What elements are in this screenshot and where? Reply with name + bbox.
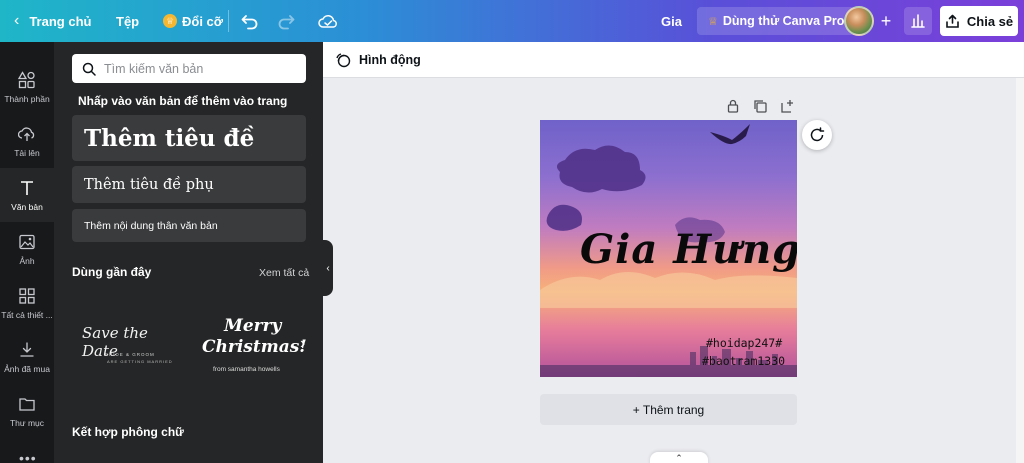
canvas-title-text[interactable]: Gia Hưng xyxy=(580,226,797,273)
bird-silhouette xyxy=(710,124,750,145)
crown-icon: ♕ xyxy=(708,15,718,28)
rail-label: Tải lên xyxy=(14,147,40,158)
photo-icon xyxy=(19,234,35,249)
home-button[interactable]: ‹ Trang chủ xyxy=(14,0,91,42)
bar-chart-icon xyxy=(911,14,925,28)
folder-icon xyxy=(19,397,35,411)
panel-hint: Nhấp vào văn bản để thêm vào trang xyxy=(78,94,288,108)
recent-title: Dùng gần đây xyxy=(72,265,152,279)
font-combos-title: Kết hợp phông chữ xyxy=(72,425,184,439)
rail-item-text[interactable]: Văn bản xyxy=(0,168,54,222)
add-page-icon[interactable] xyxy=(779,98,795,114)
template-subtitle: ARE GETTING MARRIED xyxy=(107,359,173,364)
animate-button[interactable]: Hình động xyxy=(335,52,421,68)
search-input[interactable] xyxy=(104,61,294,76)
share-label: Chia sẻ xyxy=(966,13,1014,29)
design-canvas[interactable]: Gia Hưng #hoidap247# #baotram1330 xyxy=(540,120,797,377)
insights-button[interactable] xyxy=(904,7,932,35)
rail-label: Thư mục xyxy=(9,417,45,428)
text-icon xyxy=(21,180,33,195)
rail-item-purchased[interactable]: Ảnh đã mua xyxy=(0,330,54,384)
add-subheading-button[interactable]: Thêm tiêu đề phụ xyxy=(72,166,306,203)
template-title: Christmas! xyxy=(202,337,307,357)
try-pro-label: Dùng thử Canva Pro xyxy=(722,14,845,28)
download-icon xyxy=(20,341,34,357)
add-collaborator-icon[interactable]: + xyxy=(876,11,896,31)
avatar[interactable] xyxy=(844,6,874,36)
rail-item-elements[interactable]: Thành phần xyxy=(0,60,54,114)
text-template-save-the-date[interactable]: Save the Date BRIDE & GROOM ARE GETTING … xyxy=(72,294,188,404)
show-pages-button[interactable]: ⌃ xyxy=(650,452,708,463)
design-title[interactable]: Gia xyxy=(661,0,682,42)
canvas-hashtag-text[interactable]: #baotram1330 xyxy=(702,354,785,368)
file-menu-button[interactable]: Tệp xyxy=(116,0,139,42)
rail-item-uploads[interactable]: Tải lên xyxy=(0,114,54,168)
add-page-button[interactable]: + Thêm trang xyxy=(540,394,797,425)
chevron-left-icon: ‹ xyxy=(14,12,20,29)
search-icon xyxy=(82,62,96,76)
context-toolbar: Hình động xyxy=(323,42,1024,78)
template-subtitle: from samantha howells xyxy=(213,366,280,373)
left-rail: Thành phần Tải lên Văn bản Ảnh Tất cả th… xyxy=(0,42,54,463)
template-subtitle: BRIDE & GROOM xyxy=(105,352,155,357)
rail-item-photos[interactable]: Ảnh xyxy=(0,222,54,276)
rail-label: Văn bản xyxy=(11,201,43,212)
chevron-right-icon[interactable]: › xyxy=(300,335,305,353)
resize-label: Đổi cỡ xyxy=(182,13,224,29)
see-all-link[interactable]: Xem tất cả xyxy=(259,267,309,279)
text-template-merry-christmas[interactable]: Merry Christmas! from samantha howells xyxy=(196,294,307,404)
toolbar-divider xyxy=(228,10,229,32)
add-body-text-button[interactable]: Thêm nội dung thân văn bản xyxy=(72,209,306,242)
elements-icon xyxy=(18,70,35,88)
try-pro-button[interactable]: ♕ Dùng thử Canva Pro xyxy=(697,7,856,35)
cloud-saved-icon[interactable] xyxy=(317,10,339,32)
rail-label: Thành phần xyxy=(4,93,50,104)
template-title: Merry xyxy=(224,316,282,336)
home-label: Trang chủ xyxy=(29,13,92,29)
resize-button[interactable]: ♕ Đổi cỡ xyxy=(163,0,223,42)
rail-item-folders[interactable]: Thư mục xyxy=(0,384,54,438)
rail-item-apps[interactable]: Tất cả thiết ... xyxy=(0,276,54,330)
undo-icon[interactable] xyxy=(240,11,260,31)
duplicate-icon[interactable] xyxy=(752,98,768,114)
rail-label: Tất cả thiết ... xyxy=(1,309,53,320)
rail-label: Ảnh đã mua xyxy=(4,363,50,374)
text-panel: Nhấp vào văn bản để thêm vào trang Thêm … xyxy=(54,42,323,463)
search-box[interactable] xyxy=(72,54,306,83)
refresh-design-button[interactable] xyxy=(802,120,832,150)
refresh-icon xyxy=(810,127,825,142)
share-button[interactable]: Chia sẻ xyxy=(940,6,1018,36)
apps-icon xyxy=(19,287,35,304)
add-heading-button[interactable]: Thêm tiêu đề xyxy=(72,115,306,161)
animate-label: Hình động xyxy=(359,53,421,67)
top-bar: ‹ Trang chủ Tệp ♕ Đổi cỡ Gia ♕ Dùng thử … xyxy=(0,0,1024,42)
share-icon xyxy=(946,14,959,28)
lock-icon[interactable] xyxy=(725,98,741,114)
canvas-hashtag-text[interactable]: #hoidap247# xyxy=(706,336,782,350)
crown-icon: ♕ xyxy=(163,14,177,28)
upload-icon xyxy=(18,126,35,141)
collapse-panel-button[interactable]: ‹ xyxy=(323,240,333,296)
animate-icon xyxy=(336,53,351,68)
rail-label: Ảnh xyxy=(19,255,35,266)
redo-icon[interactable] xyxy=(276,11,296,31)
more-icon[interactable]: ••• xyxy=(19,450,37,463)
workspace-scrollbar[interactable] xyxy=(1016,78,1024,463)
